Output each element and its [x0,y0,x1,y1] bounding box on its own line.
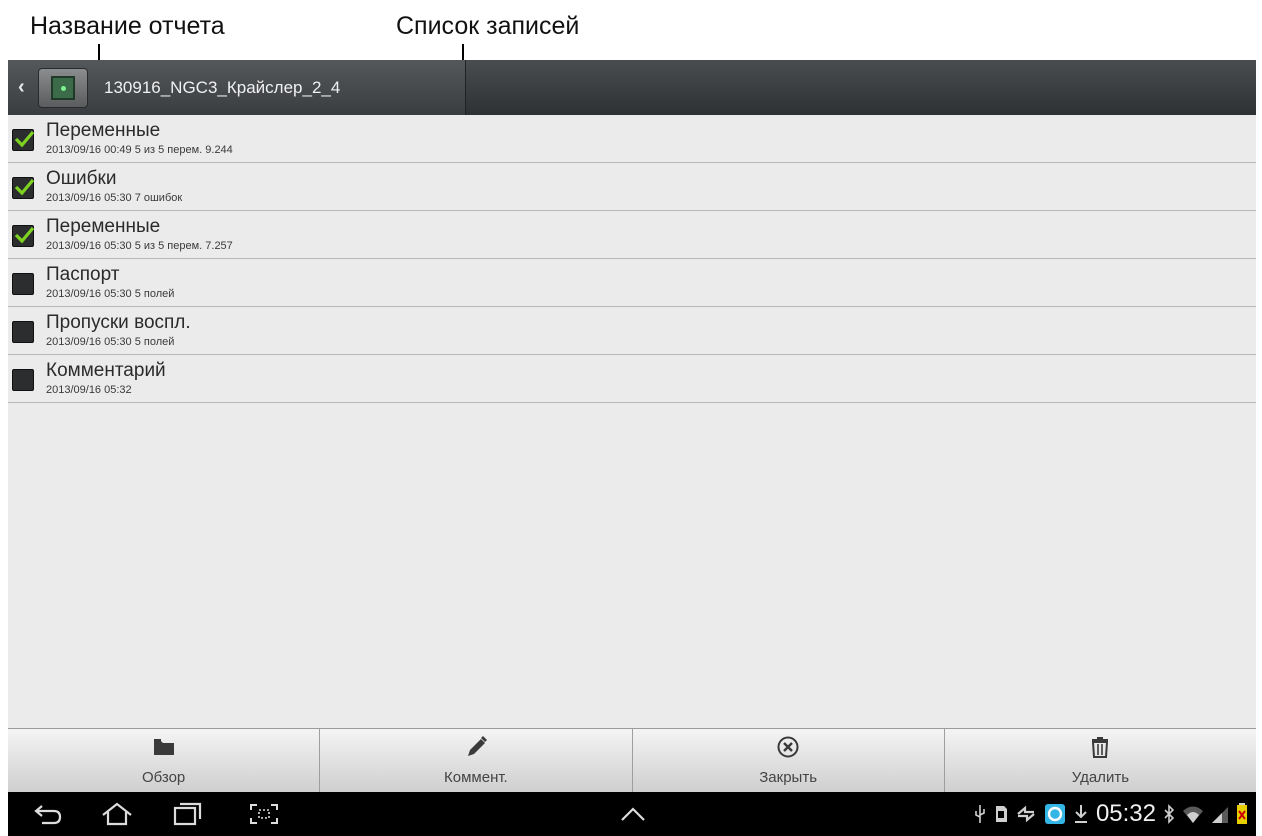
list-item[interactable]: Переменные 2013/09/16 05:30 5 из 5 перем… [8,211,1256,259]
record-checkbox[interactable] [12,321,34,343]
record-details: 2013/09/16 05:30 5 из 5 перем. 7.257 [46,240,233,252]
list-item[interactable]: Комментарий 2013/09/16 05:32 [8,355,1256,403]
record-checkbox[interactable] [12,273,34,295]
delete-label: Удалить [1071,769,1130,786]
record-details: 2013/09/16 05:30 5 полей [46,336,175,348]
clock: 05:32 [1095,800,1156,827]
annotation-report-name: Название отчета [30,12,225,40]
comment-button[interactable]: Коммент. [320,729,633,792]
record-list: Переменные 2013/09/16 00:49 5 из 5 перем… [8,115,1256,403]
list-item[interactable]: Ошибки 2013/09/16 05:30 7 ошибок [8,163,1256,211]
screenshot-icon[interactable] [248,802,280,826]
recent-apps-icon[interactable] [172,802,204,826]
action-bar: ‹ 130916_NGC3_Крайслер_2_4 [8,60,1256,115]
pen-icon [467,736,487,756]
record-details: 2013/09/16 05:30 5 полей [46,288,175,300]
wifi-icon [1183,806,1203,823]
record-details: 2013/09/16 05:32 [46,384,132,396]
record-details: 2013/09/16 00:49 5 из 5 перем. 9.244 [46,144,233,156]
chevron-up-icon[interactable] [618,802,648,826]
list-item[interactable]: Паспорт 2013/09/16 05:30 5 полей [8,259,1256,307]
sd-card-icon [995,806,1007,822]
battery-icon [1237,803,1247,824]
record-title: Переменные [46,120,161,141]
check-icon [14,178,34,196]
record-details: 2013/09/16 05:30 7 ошибок [46,192,183,204]
bluetooth-icon [1164,804,1175,824]
record-checkbox[interactable] [12,129,34,151]
sync-icon [1017,805,1035,823]
list-item[interactable]: Переменные 2013/09/16 00:49 5 из 5 перем… [8,115,1256,163]
record-title: Комментарий [46,360,166,381]
browse-label: Обзор [141,769,186,786]
back-chevron-icon[interactable]: ‹ [18,76,34,98]
delete-button[interactable]: Удалить [945,729,1256,792]
report-title: 130916_NGC3_Крайслер_2_4 [104,78,341,97]
record-checkbox[interactable] [12,177,34,199]
comment-label: Коммент. [444,769,508,786]
download-icon [1074,805,1087,823]
status-area[interactable]: 05:32 [973,798,1248,830]
home-icon[interactable] [100,802,134,826]
close-label: Закрыть [759,769,818,786]
record-title: Паспорт [46,264,120,285]
app-notification-icon [1044,804,1065,824]
record-title: Переменные [46,216,161,237]
report-title-tab[interactable]: ‹ 130916_NGC3_Крайслер_2_4 [8,60,466,115]
close-circle-icon [777,736,799,758]
record-checkbox[interactable] [12,369,34,391]
list-item[interactable]: Пропуски воспл. 2013/09/16 05:30 5 полей [8,307,1256,355]
record-title: Ошибки [46,168,117,189]
check-icon [14,226,34,244]
trash-icon [1092,737,1109,758]
record-title: Пропуски воспл. [46,312,191,333]
annotation-record-list: Список записей [396,12,580,40]
record-checkbox[interactable] [12,225,34,247]
folder-icon [153,739,174,755]
signal-icon [1212,807,1228,823]
check-icon [14,130,34,148]
system-nav-bar: 05:32 [8,792,1256,836]
close-button[interactable]: Закрыть [633,729,945,792]
app-window: ‹ 130916_NGC3_Крайслер_2_4 Переменные 20… [8,60,1256,836]
app-icon [38,68,88,108]
usb-icon [975,805,985,823]
browse-button[interactable]: Обзор [8,729,321,792]
back-icon[interactable] [32,802,64,826]
bottom-toolbar: Обзор Коммент. Закрыть Удалить [8,728,1256,792]
